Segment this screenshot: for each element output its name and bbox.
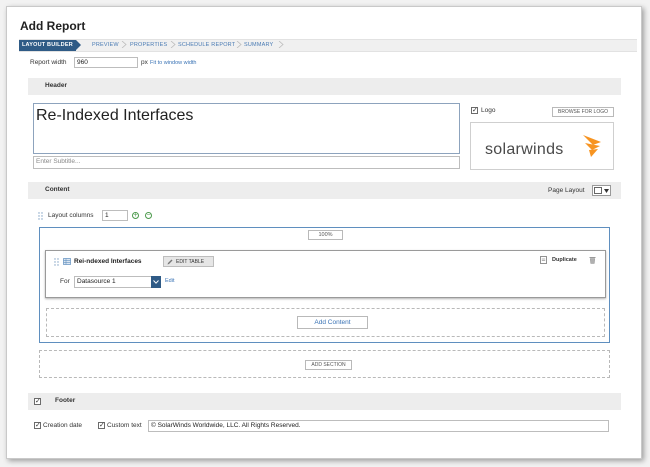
add-content-button[interactable]: Add Content bbox=[297, 316, 368, 329]
fit-to-window-link[interactable]: Fit to window width bbox=[150, 60, 196, 66]
report-title-input[interactable]: Re-Indexed Interfaces bbox=[33, 103, 460, 154]
custom-text-label: Custom text bbox=[107, 422, 142, 429]
table-icon bbox=[63, 258, 71, 265]
chevron-right-icon bbox=[236, 41, 242, 48]
content-section-bar: Content bbox=[28, 182, 621, 199]
duplicate-button[interactable]: Duplicate bbox=[552, 257, 577, 263]
chevron-right-icon bbox=[170, 41, 176, 48]
resource-title: Rei-ndexed Interfaces bbox=[74, 258, 142, 265]
add-section-dropzone: ADD SECTION bbox=[39, 350, 610, 378]
header-section-bar: Header bbox=[28, 78, 621, 95]
content-section-label: Content bbox=[45, 186, 70, 193]
footer-checkbox[interactable] bbox=[34, 398, 41, 405]
datasource-select[interactable]: Datasource 1 bbox=[74, 276, 152, 288]
page-layout-label: Page Layout bbox=[548, 187, 585, 194]
custom-text-input[interactable]: © SolarWinds Worldwide, LLC. All Rights … bbox=[148, 420, 609, 432]
logo-label: Logo bbox=[481, 107, 496, 114]
chevron-right-icon bbox=[278, 41, 284, 48]
logo-text: solarwinds bbox=[485, 141, 564, 158]
edit-table-button[interactable]: EDIT TABLE bbox=[163, 256, 214, 267]
logo-preview: solarwinds bbox=[470, 122, 614, 170]
step-preview[interactable]: PREVIEW bbox=[92, 40, 119, 51]
remove-column-icon[interactable]: − bbox=[145, 212, 152, 219]
step-schedule-report[interactable]: SCHEDULE REPORT bbox=[178, 40, 235, 51]
datasource-edit-link[interactable]: Edit bbox=[165, 278, 174, 284]
report-width-label: Report width bbox=[30, 59, 67, 66]
layout-columns-label: Layout columns bbox=[48, 212, 94, 219]
resource-panel: Rei-ndexed Interfaces EDIT TABLE Duplica… bbox=[45, 250, 606, 298]
trash-icon[interactable] bbox=[589, 256, 596, 264]
report-width-unit: px bbox=[141, 59, 148, 66]
step-properties[interactable]: PROPERTIES bbox=[130, 40, 167, 51]
chevron-right-icon bbox=[121, 41, 127, 48]
creation-date-checkbox[interactable] bbox=[34, 422, 41, 429]
step-summary[interactable]: SUMMARY bbox=[244, 40, 273, 51]
layout-columns-input[interactable]: 1 bbox=[102, 210, 128, 221]
header-section-label: Header bbox=[45, 82, 68, 89]
footer-section-label: Footer bbox=[55, 397, 76, 404]
duplicate-icon[interactable] bbox=[540, 256, 547, 264]
pencil-icon bbox=[167, 259, 173, 265]
custom-text-checkbox[interactable] bbox=[98, 422, 105, 429]
add-column-icon[interactable]: + bbox=[132, 212, 139, 219]
add-content-dropzone: Add Content bbox=[46, 308, 605, 337]
logo-checkbox[interactable] bbox=[471, 107, 478, 114]
wizard-steps: LAYOUT BUILDER PREVIEW PROPERTIES SCHEDU… bbox=[19, 39, 637, 52]
edit-table-label: EDIT TABLE bbox=[176, 259, 205, 265]
caret-down-icon bbox=[604, 189, 609, 193]
step-layout-builder[interactable]: LAYOUT BUILDER bbox=[19, 40, 81, 51]
layout-swatch bbox=[594, 187, 602, 194]
drag-handle-icon[interactable] bbox=[38, 212, 43, 220]
column-width-input[interactable]: 100% bbox=[308, 230, 343, 240]
page-title: Add Report bbox=[20, 19, 86, 33]
creation-date-label: Creation date bbox=[43, 422, 83, 429]
footer-section-bar: Footer bbox=[28, 393, 621, 410]
layout-column: 100% Rei-ndexed Interfaces EDIT TABLE Du… bbox=[39, 227, 610, 343]
datasource-dropdown-button[interactable] bbox=[151, 276, 161, 288]
page-layout-dropdown[interactable] bbox=[592, 185, 611, 196]
report-window: Add Report LAYOUT BUILDER PREVIEW PROPER… bbox=[6, 6, 642, 459]
solarwinds-bird-icon bbox=[583, 135, 601, 157]
drag-handle-icon[interactable] bbox=[54, 258, 59, 266]
report-width-input[interactable]: 960 bbox=[74, 57, 138, 68]
browse-for-logo-button[interactable]: BROWSE FOR LOGO bbox=[552, 107, 614, 117]
add-section-button[interactable]: ADD SECTION bbox=[305, 360, 352, 370]
for-label: For bbox=[60, 278, 70, 285]
chevron-down-icon bbox=[153, 280, 159, 284]
subtitle-input[interactable]: Enter Subtitle... bbox=[33, 156, 460, 169]
